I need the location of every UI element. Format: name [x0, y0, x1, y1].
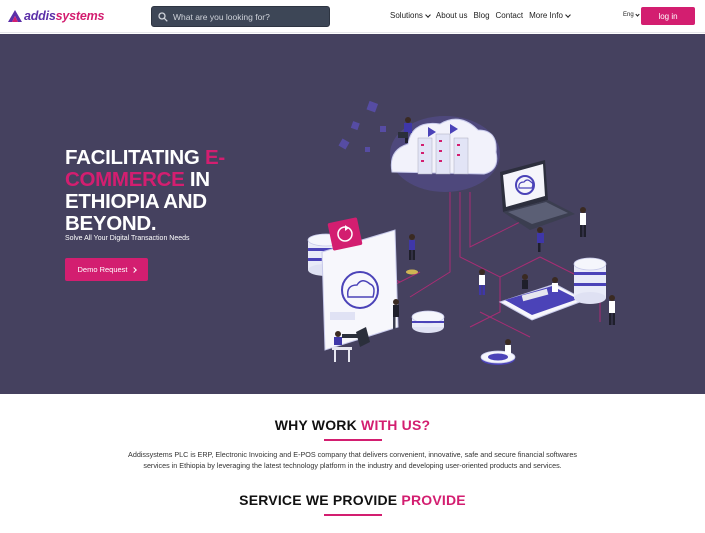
menu-item-contact[interactable]: Contact	[496, 11, 524, 20]
hero-section: FACILITATING E-COMMERCE IN ETHIOPIA AND …	[0, 34, 705, 394]
services-section-title: SERVICE WE PROVIDE PROVIDE	[239, 492, 466, 508]
why-section-title: WHY WORK WITH US?	[274, 417, 431, 433]
menu-item-about-us[interactable]: About us	[436, 11, 468, 20]
brand-name: addissystems	[24, 9, 105, 23]
services-title-underline	[324, 514, 382, 516]
demo-request-button[interactable]: Demo Request	[65, 258, 148, 281]
hero-title: FACILITATING E-COMMERCE IN ETHIOPIA AND …	[65, 146, 225, 235]
why-description: Addissystems PLC is ERP, Electronic Invo…	[128, 450, 577, 470]
menu-item-blog[interactable]: Blog	[474, 11, 490, 20]
chevron-down-icon	[565, 11, 571, 18]
chevron-right-icon	[130, 266, 137, 273]
brand-logo[interactable]: addissystems	[8, 8, 104, 24]
menu-item-more-info[interactable]: More Info	[529, 11, 571, 20]
chevron-down-icon	[425, 11, 431, 18]
hero-illustration	[307, 100, 615, 365]
login-button[interactable]: log in	[641, 7, 695, 25]
search-bar[interactable]	[151, 6, 330, 27]
language-selector[interactable]: Eng	[623, 11, 640, 18]
logo-icon	[8, 10, 22, 22]
main-menu: Solutions About us Blog Contact More Inf…	[390, 11, 576, 20]
hero-subtitle: Solve All Your Digital Transaction Needs	[65, 235, 190, 242]
search-icon	[158, 11, 168, 22]
search-input[interactable]	[173, 11, 323, 22]
chevron-down-icon	[635, 11, 640, 17]
menu-item-solutions[interactable]: Solutions	[390, 11, 431, 20]
why-title-underline	[324, 439, 382, 441]
navbar: addissystems Solutions About us Blog Con…	[0, 0, 705, 33]
